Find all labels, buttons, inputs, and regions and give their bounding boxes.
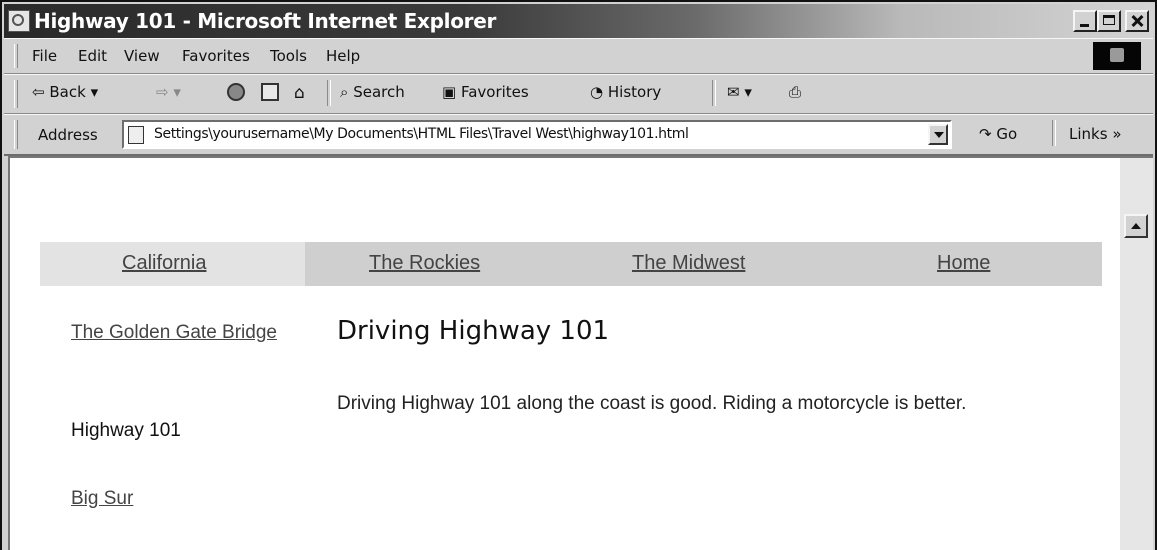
menu-edit[interactable]: Edit [78,47,107,65]
history-button[interactable]: ◔ History [590,83,661,101]
page-heading: Driving Highway 101 [337,316,610,346]
back-button[interactable]: ⇦ Back ▾ [32,83,98,101]
address-bar-grip[interactable] [14,120,18,149]
favorites-label: Favorites [460,83,529,101]
title-bar[interactable]: Highway 101 - Microsoft Internet Explore… [4,4,1153,38]
scroll-up-button[interactable] [1124,214,1148,238]
history-icon: ◔ [590,83,604,101]
nav-link-california[interactable]: California [122,252,206,275]
vertical-scrollbar[interactable] [1120,156,1153,550]
address-label: Address [38,126,98,144]
forward-dropdown-icon[interactable]: ▾ [173,83,181,101]
go-label: Go [996,125,1018,143]
links-button[interactable]: Links » [1069,125,1122,143]
menu-tools[interactable]: Tools [270,47,307,65]
address-separator [1052,120,1056,146]
standard-toolbar: ⇦ Back ▾ ⇨ ▾ ⌂ ⌕ Search ▣ Favorites ◔ Hi… [4,74,1153,114]
page-icon [128,126,144,144]
forward-arrow-icon: ⇨ [156,83,169,101]
refresh-icon[interactable] [261,83,279,101]
address-input[interactable]: Settings\yourusername\My Documents\HTML … [122,120,952,149]
page-viewport [8,156,1120,550]
mail-icon: ✉ [727,83,740,101]
address-bar: Address Settings\yourusername\My Documen… [4,114,1153,156]
search-icon: ⌕ [340,83,349,101]
browser-window: Highway 101 - Microsoft Internet Explore… [0,0,1157,550]
toolbar-separator [712,80,716,106]
menu-help[interactable]: Help [326,47,360,65]
minimize-button[interactable] [1073,10,1097,32]
search-button[interactable]: ⌕ Search [340,83,405,101]
window-title: Highway 101 - Microsoft Internet Explore… [34,9,497,33]
search-label: Search [353,83,405,101]
nav-link-home[interactable]: Home [937,252,990,275]
back-dropdown-icon[interactable]: ▾ [91,83,99,101]
go-arrow-icon: ↷ [979,125,992,143]
sidebar-link-golden-gate-bridge[interactable]: The Golden Gate Bridge [71,320,281,346]
chevron-right-icon: » [1112,125,1122,143]
favorites-button[interactable]: ▣ Favorites [442,83,529,101]
address-dropdown-button[interactable] [928,124,948,145]
close-button[interactable] [1125,10,1149,32]
forward-button[interactable]: ⇨ ▾ [156,83,181,101]
home-icon[interactable]: ⌂ [294,83,305,103]
site-nav-bar: California The Rockies The Midwest Home [40,242,1102,286]
windows-logo-icon [1093,42,1141,70]
menu-bar: File Edit View Favorites Tools Help [4,38,1153,74]
print-icon[interactable]: ⎙ [789,83,801,101]
links-label: Links [1069,125,1108,143]
back-label: Back [49,83,86,101]
mail-button[interactable]: ✉ ▾ [727,83,752,101]
menu-view[interactable]: View [124,47,160,65]
menu-file[interactable]: File [32,47,57,65]
nav-link-the-rockies[interactable]: The Rockies [369,252,480,275]
maximize-button[interactable] [1097,10,1121,32]
back-arrow-icon: ⇦ [32,83,45,101]
mail-dropdown-icon[interactable]: ▾ [744,83,752,101]
sidebar-link-big-sur[interactable]: Big Sur [71,486,133,512]
stop-icon[interactable] [227,83,245,101]
menu-favorites[interactable]: Favorites [182,47,250,65]
go-button[interactable]: ↷ Go [979,125,1017,143]
page-paragraph: Driving Highway 101 along the coast is g… [337,393,967,414]
nav-link-the-midwest[interactable]: The Midwest [632,252,745,275]
toolbar-grip[interactable] [14,80,18,108]
favorites-icon: ▣ [442,83,457,101]
history-label: History [607,83,662,101]
internet-explorer-icon[interactable] [8,10,30,32]
menu-bar-grip[interactable] [14,44,18,68]
address-value: Settings\yourusername\My Documents\HTML … [154,126,689,142]
toolbar-separator [327,80,331,106]
sidebar-current-item: Highway 101 [71,420,181,441]
